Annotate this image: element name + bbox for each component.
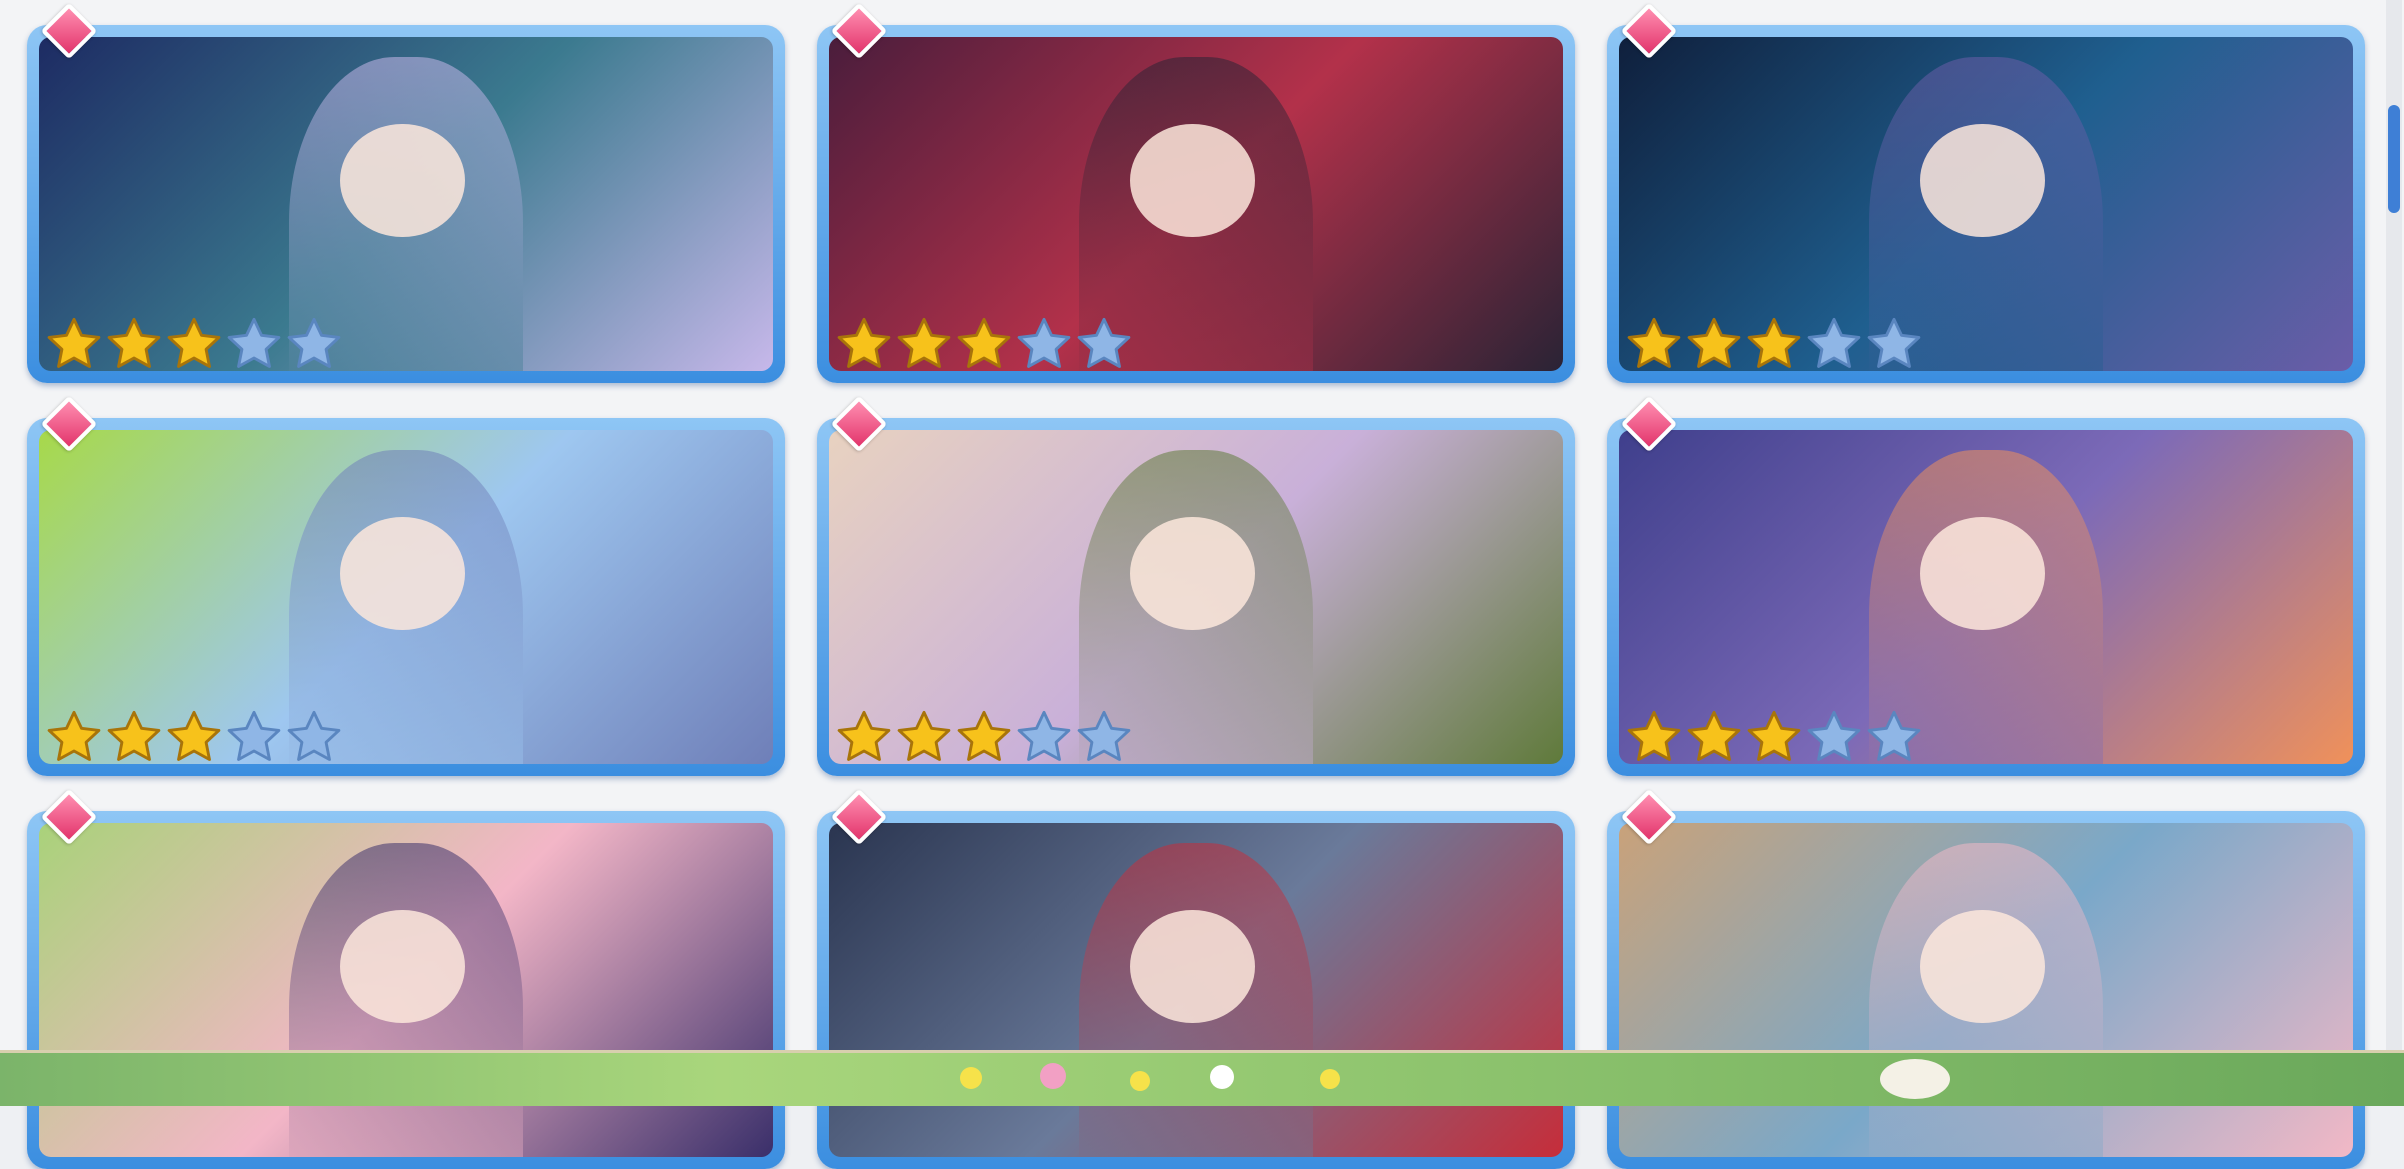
star-filled-icon (165, 315, 223, 373)
card-art (39, 823, 773, 1157)
rarity-stars (835, 315, 1133, 373)
rarity-stars (1625, 315, 1923, 373)
character-face (1919, 516, 2045, 631)
star-empty-icon (1015, 708, 1073, 766)
star-empty-icon (285, 708, 343, 766)
rarity-stars (45, 708, 343, 766)
star-filled-icon (105, 708, 163, 766)
star-filled-icon (1745, 708, 1803, 766)
star-empty-icon (225, 708, 283, 766)
character-face (1129, 516, 1255, 631)
star-empty-icon (1015, 315, 1073, 373)
star-filled-icon (835, 708, 893, 766)
character-grid (0, 0, 2404, 1169)
flower-decoration (960, 1067, 982, 1089)
star-empty-icon (1865, 315, 1923, 373)
star-filled-icon (955, 315, 1013, 373)
flower-decoration (1130, 1071, 1150, 1091)
rarity-stars (1625, 708, 1923, 766)
star-empty-icon (225, 315, 283, 373)
character-card[interactable] (817, 2, 1575, 383)
character-face (339, 123, 465, 238)
star-filled-icon (1625, 708, 1683, 766)
rarity-stars (835, 708, 1133, 766)
character-card[interactable] (817, 788, 1575, 1169)
star-empty-icon (1865, 708, 1923, 766)
character-card[interactable] (27, 788, 785, 1169)
star-filled-icon (1745, 315, 1803, 373)
flower-decoration (1040, 1063, 1066, 1089)
star-filled-icon (895, 708, 953, 766)
star-empty-icon (1805, 315, 1863, 373)
bottom-scenery-bar (0, 1050, 2404, 1106)
star-empty-icon (1075, 708, 1133, 766)
character-card[interactable] (1607, 788, 2365, 1169)
rarity-stars (45, 315, 343, 373)
character-face (1919, 909, 2045, 1024)
star-empty-icon (1805, 708, 1863, 766)
character-face (1919, 123, 2045, 238)
star-filled-icon (165, 708, 223, 766)
star-filled-icon (955, 708, 1013, 766)
star-filled-icon (835, 315, 893, 373)
star-filled-icon (1685, 315, 1743, 373)
star-filled-icon (45, 708, 103, 766)
flower-decoration (1880, 1059, 1950, 1099)
star-filled-icon (45, 315, 103, 373)
star-filled-icon (1685, 708, 1743, 766)
scrollbar-thumb[interactable] (2388, 105, 2400, 213)
character-card[interactable] (27, 395, 785, 776)
card-art (1619, 823, 2353, 1157)
star-filled-icon (895, 315, 953, 373)
star-filled-icon (1625, 315, 1683, 373)
character-face (339, 516, 465, 631)
flower-decoration (1320, 1069, 1340, 1089)
character-card[interactable] (817, 395, 1575, 776)
character-face (1129, 909, 1255, 1024)
flower-decoration (1210, 1065, 1234, 1089)
scrollbar[interactable] (2386, 0, 2402, 1050)
card-art (829, 823, 1563, 1157)
star-empty-icon (285, 315, 343, 373)
character-face (1129, 123, 1255, 238)
star-empty-icon (1075, 315, 1133, 373)
character-card[interactable] (27, 2, 785, 383)
character-card[interactable] (1607, 395, 2365, 776)
character-face (339, 909, 465, 1024)
star-filled-icon (105, 315, 163, 373)
character-card[interactable] (1607, 2, 2365, 383)
